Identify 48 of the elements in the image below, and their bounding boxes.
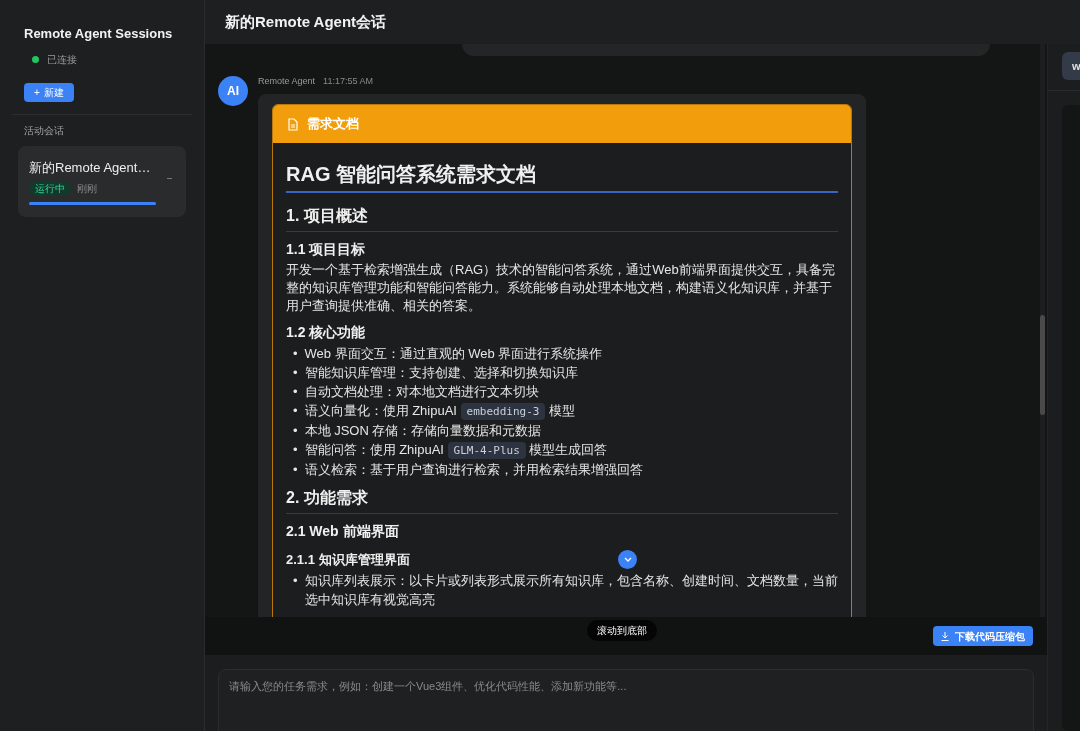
tooltip: 滚动到底部 xyxy=(587,620,657,641)
bullet: • xyxy=(293,441,298,459)
list-item: 语义向量化：使用 ZhipuAI embedding-3 模型 xyxy=(304,402,576,421)
subsection-heading: 2.1.1 知识库管理界面 xyxy=(286,551,410,569)
session-card[interactable]: 新的Remote Agent… 运行中 刚刚 xyxy=(18,145,186,217)
new-button[interactable]: + 新建 xyxy=(24,82,74,102)
download-button[interactable]: 下载代码压缩包 xyxy=(933,626,1033,646)
scrollbar-thumb[interactable] xyxy=(1040,315,1045,415)
list-item: 智能问答：使用 ZhipuAI GLM-4-Plus 模型生成回答 xyxy=(304,441,608,460)
section-heading: 2. 功能需求 xyxy=(286,487,838,514)
bullet: • xyxy=(293,383,298,401)
scroll-to-bottom-button[interactable] xyxy=(618,550,637,569)
list-item: 语义检索：基于用户查询进行检索，并用检索结果增强回答 xyxy=(304,461,643,479)
document-icon xyxy=(287,117,299,131)
agent-avatar: AI xyxy=(218,76,248,106)
bullet: • xyxy=(293,572,298,590)
document-title: RAG 智能问答系统需求文档 xyxy=(286,161,838,193)
list-item: 知识库列表展示：以卡片或列表形式展示所有知识库，包含名称、创建时间、文档数量，当前选中知识库有视觉高亮 xyxy=(304,572,838,609)
list-item: 自动文档处理：对本地文档进行文本切块 xyxy=(304,383,539,401)
sidebar-title: Remote Agent Sessions xyxy=(24,25,174,43)
chat-title: 新的Remote Agent会话 xyxy=(225,11,387,32)
paragraph: 开发一个基于检索增强生成（RAG）技术的智能问答系统，通过Web前端界面提供交互，具备完整的知识库管理功能和智能问答能力。系统能够自动处理本地文档，构建语义化知识库，并基于用户查询提供准确、相关的答案。 xyxy=(286,261,836,315)
document-label: 需求文档 xyxy=(307,115,359,134)
status-text: 已连接 xyxy=(47,52,77,67)
list-item: 本地 JSON 存储：存储向量数据和元数据 xyxy=(304,422,542,440)
bullet: • xyxy=(293,364,298,382)
chevron-down-icon xyxy=(623,557,632,562)
inline-code: embedding-3 xyxy=(460,403,546,420)
message-time: 11:17:55 AM xyxy=(323,75,373,89)
bullet: • xyxy=(293,461,298,479)
list-item: Web 界面交互：通过直观的 Web 界面进行系统操作 xyxy=(304,345,603,363)
subsection-heading: 1.1 项目目标 xyxy=(286,240,367,259)
download-icon xyxy=(941,631,949,641)
task-input[interactable]: 请输入您的任务需求，例如：创建一个Vue3组件、优化代码性能、添加新功能等... xyxy=(218,669,1034,731)
bullet: • xyxy=(293,422,298,440)
section-label: 活动会话 xyxy=(23,123,65,138)
section-heading: 1. 项目概述 xyxy=(286,205,838,232)
session-time: 刚刚 xyxy=(77,182,97,196)
panel-tab[interactable]: w xyxy=(1062,52,1080,80)
sender-name: Remote Agent xyxy=(258,75,316,89)
session-title: 新的Remote Agent… xyxy=(29,158,152,177)
subsection-heading: 1.2 核心功能 xyxy=(286,323,367,342)
bullet: • xyxy=(293,345,298,363)
list-item: 智能知识库管理：支持创建、选择和切换知识库 xyxy=(304,364,578,382)
inline-code: GLM-4-Plus xyxy=(447,442,526,459)
subsection-heading: 2.1 Web 前端界面 xyxy=(286,522,400,541)
status-badge: 运行中 xyxy=(29,181,71,196)
bullet: • xyxy=(293,402,298,420)
